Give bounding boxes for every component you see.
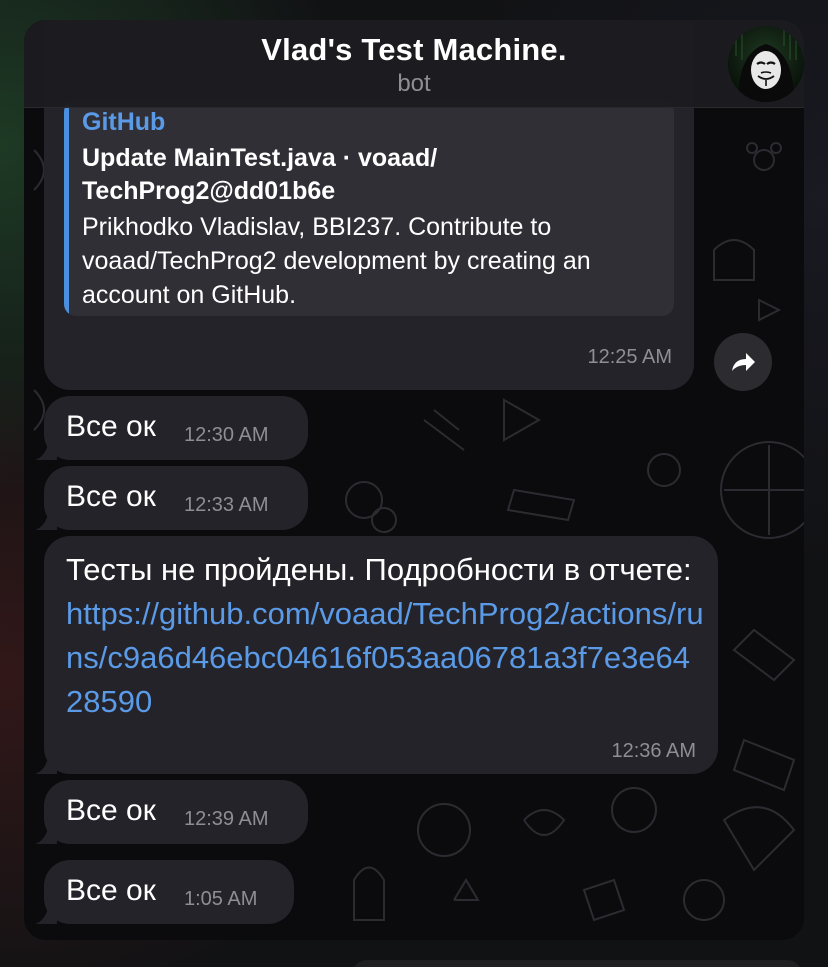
chat-title[interactable]: Vlad's Test Machine. [24, 32, 804, 68]
link-preview-accent-bar [64, 100, 69, 316]
message-bubble[interactable]: Все ок 12:30 AM [35, 396, 308, 460]
chat-header: Vlad's Test Machine. bot [24, 20, 804, 108]
message-time: 12:39 AM [184, 808, 269, 830]
chat-window: Vlad's Test Machine. bot 326b39976d GitH… [24, 20, 804, 940]
message-bubble[interactable]: Тесты не пройдены. Подробности в отчете:… [35, 536, 718, 774]
message-text: Все ок [66, 410, 156, 443]
message-time: 12:30 AM [184, 424, 269, 446]
message-time: 12:25 AM [587, 346, 672, 368]
bubble-tail [35, 902, 57, 924]
message-input-edge[interactable] [352, 960, 802, 967]
message-text: Все ок [66, 480, 156, 513]
message-text: Все ок [66, 794, 156, 827]
message-time: 12:36 AM [611, 740, 696, 762]
link-preview-site: GitHub [82, 108, 166, 136]
anonymous-mask-icon [735, 28, 797, 102]
message-text-prefix: Тесты не пройдены. Подробности в отчете: [66, 552, 692, 587]
link-preview-card[interactable]: GitHub Update MainTest.java · voaad/ Tec… [64, 100, 674, 316]
share-arrow-icon [732, 353, 755, 371]
share-button[interactable] [714, 333, 772, 391]
message-bubble[interactable]: Все ок 12:39 AM [35, 780, 308, 844]
message-time: 1:05 AM [184, 888, 258, 910]
message-bubble[interactable]: Все ок 12:33 AM [35, 466, 308, 530]
bubble-tail [35, 438, 57, 460]
bubble-tail [35, 822, 57, 844]
bubble-tail [35, 752, 57, 774]
message-link[interactable]: https://github.com/voaad/TechProg2/actio… [66, 596, 704, 719]
chat-subtitle: bot [397, 70, 431, 97]
message-time: 12:33 AM [184, 494, 269, 516]
link-preview-description: Prikhodko Vladislav, BBI237. Contribute … [82, 213, 591, 309]
bot-avatar[interactable] [728, 26, 804, 102]
message-text: Тесты не пройдены. Подробности в отчете:… [66, 548, 706, 724]
message-bubble[interactable]: Все ок 1:05 AM [35, 860, 294, 924]
message-text: Все ок [66, 874, 156, 907]
link-preview-title: Update MainTest.java · voaad/ TechProg2@… [82, 144, 438, 205]
bubble-tail [35, 508, 57, 530]
